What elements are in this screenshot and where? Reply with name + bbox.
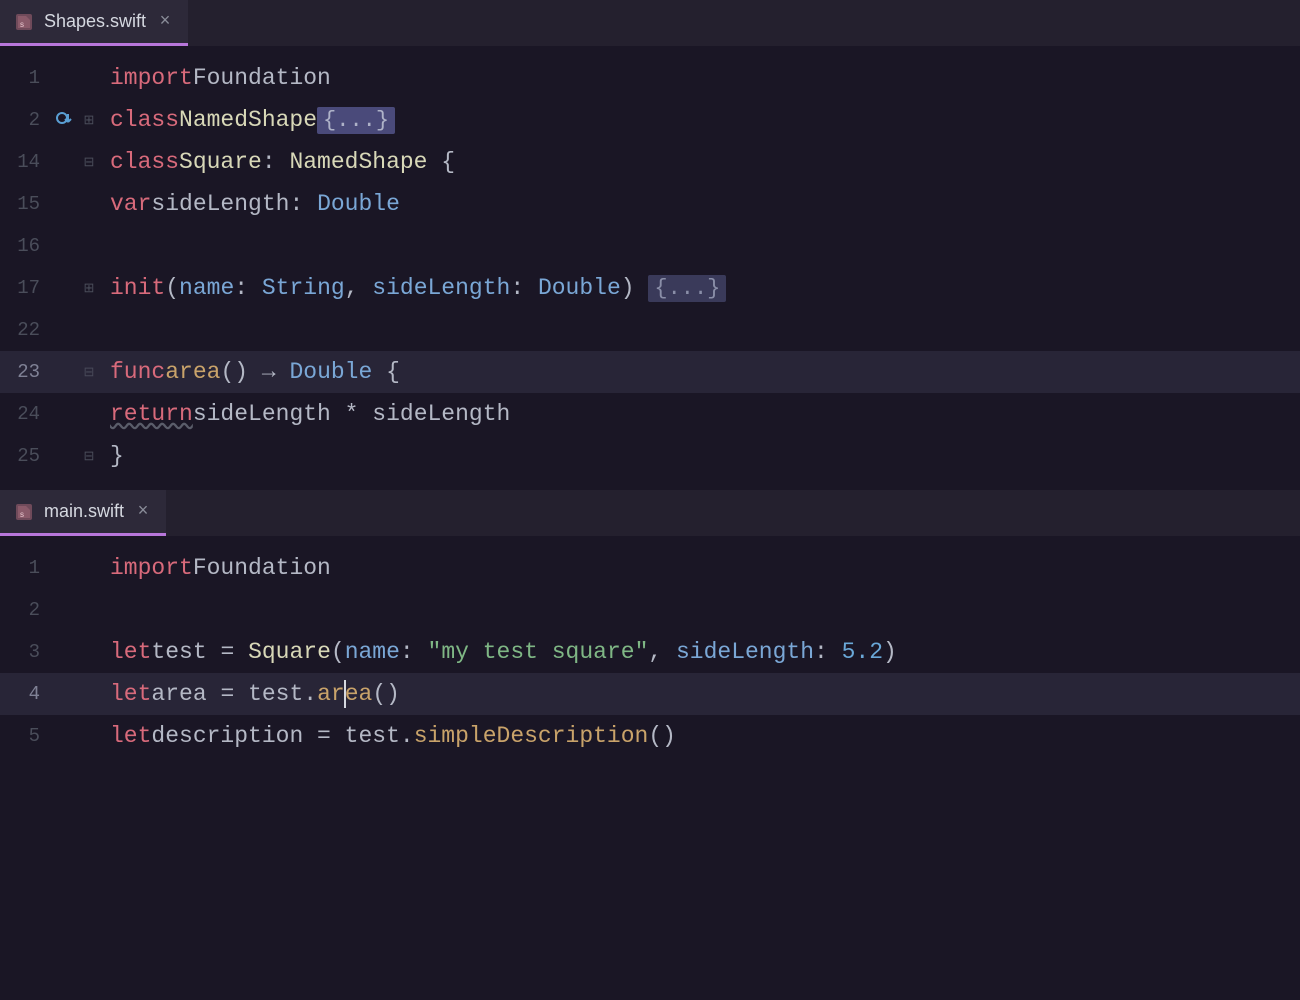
line-number-gutter: 1 2 14 15 16 17 22 23 24 25 [0, 47, 48, 490]
svg-text:s: s [20, 20, 24, 29]
tab-shapes[interactable]: s Shapes.swift × [0, 0, 188, 46]
line-number: 16 [0, 225, 48, 267]
line-number-gutter: 1 2 3 4 5 [0, 537, 48, 1000]
editor-bottom[interactable]: 1 2 3 4 5 import Foundation let test = S… [0, 537, 1300, 1000]
line-number: 2 [0, 589, 48, 631]
line-number: 24 [0, 393, 48, 435]
code-line[interactable]: return sideLength * sideLength [110, 393, 1300, 435]
override-marker-icon[interactable] [55, 109, 73, 132]
line-number: 2 [0, 99, 48, 141]
code-line[interactable] [110, 589, 1300, 631]
code-line[interactable]: import Foundation [110, 57, 1300, 99]
swift-file-icon: s [14, 12, 34, 32]
editor-pane-bottom: s main.swift × 1 2 3 4 5 import Foundati… [0, 490, 1300, 1000]
line-number: 5 [0, 715, 48, 757]
folded-region[interactable]: {...} [317, 107, 395, 134]
close-icon[interactable]: × [156, 12, 174, 32]
code-line[interactable]: let test = Square(name: "my test square"… [110, 631, 1300, 673]
code-line[interactable]: let description = test.simpleDescription… [110, 715, 1300, 757]
code-area-bottom[interactable]: import Foundation let test = Square(name… [98, 537, 1300, 1000]
line-number: 14 [0, 141, 48, 183]
tab-label: Shapes.swift [44, 11, 146, 32]
svg-text:s: s [20, 510, 24, 519]
line-number: 1 [0, 547, 48, 589]
code-line[interactable]: class Square: NamedShape { [110, 141, 1300, 183]
code-line[interactable]: } [110, 435, 1300, 477]
line-number: 3 [0, 631, 48, 673]
fold-end-icon[interactable]: ⊟ [84, 449, 95, 464]
code-line[interactable] [110, 309, 1300, 351]
code-line[interactable] [110, 225, 1300, 267]
marker-gutter [48, 47, 80, 490]
folded-region[interactable]: {...} [648, 275, 726, 302]
fold-gutter [80, 537, 98, 1000]
code-area-top[interactable]: import Foundation class NamedShape {...}… [98, 47, 1300, 490]
code-line[interactable]: init(name: String, sideLength: Double) {… [110, 267, 1300, 309]
close-icon[interactable]: × [134, 502, 152, 522]
tab-main[interactable]: s main.swift × [0, 490, 166, 536]
line-number: 22 [0, 309, 48, 351]
code-line[interactable]: func area() → Double { [0, 351, 1300, 393]
tab-bar-bottom: s main.swift × [0, 490, 1300, 537]
fold-collapse-icon[interactable]: ⊟ [84, 155, 95, 170]
fold-gutter: ⊞ ⊟ ⊞ ⊟ ⊟ [80, 47, 98, 490]
code-line[interactable]: import Foundation [110, 547, 1300, 589]
code-line[interactable]: let area = test.area() [0, 673, 1300, 715]
tab-label: main.swift [44, 501, 124, 522]
line-number: 25 [0, 435, 48, 477]
fold-expand-icon[interactable]: ⊞ [84, 113, 95, 128]
editor-top[interactable]: 1 2 14 15 16 17 22 23 24 25 [0, 47, 1300, 490]
line-number: 17 [0, 267, 48, 309]
code-line[interactable]: var sideLength: Double [110, 183, 1300, 225]
fold-expand-icon[interactable]: ⊞ [84, 281, 95, 296]
swift-file-icon: s [14, 502, 34, 522]
line-number: 15 [0, 183, 48, 225]
tab-bar-top: s Shapes.swift × [0, 0, 1300, 47]
marker-gutter [48, 537, 80, 1000]
code-line[interactable]: class NamedShape {...} [110, 99, 1300, 141]
editor-pane-top: s Shapes.swift × 1 2 14 15 16 17 22 23 2… [0, 0, 1300, 490]
line-number: 1 [0, 57, 48, 99]
